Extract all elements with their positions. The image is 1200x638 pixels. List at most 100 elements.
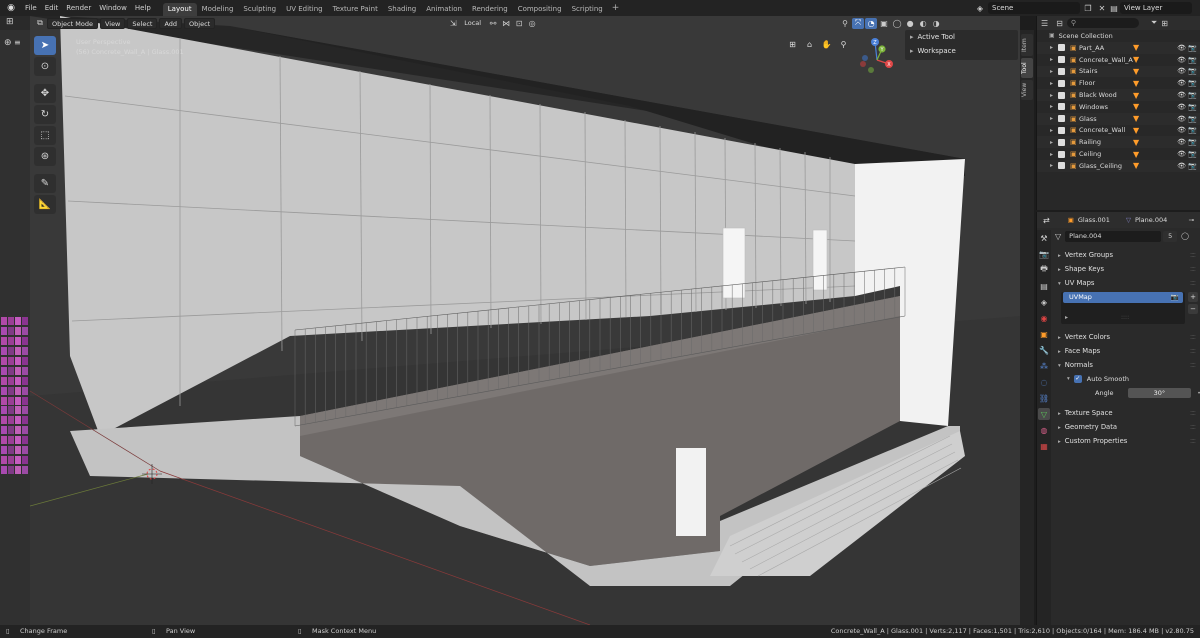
color-swatch[interactable] (8, 456, 14, 465)
drag-handle[interactable]: :::: (1190, 262, 1196, 276)
color-swatch[interactable] (1, 317, 7, 325)
overlay-toggle-icon[interactable]: ◔ (865, 17, 878, 29)
render-tab-icon[interactable]: 📷 (1038, 248, 1050, 260)
remove-uv-map-button[interactable]: − (1188, 304, 1198, 314)
color-swatch[interactable] (15, 366, 21, 375)
color-swatch[interactable] (22, 396, 28, 405)
tab-shading[interactable]: Shading (383, 3, 421, 16)
color-swatch[interactable] (1, 446, 7, 455)
exclude-checkbox[interactable] (1058, 126, 1065, 134)
color-swatch[interactable] (1, 436, 7, 445)
drag-handle[interactable]: :::: (1190, 330, 1196, 344)
mesh-filter-icon[interactable]: ▼ (1133, 150, 1145, 159)
color-swatch[interactable] (8, 336, 14, 345)
world-tab-icon[interactable]: ◉ (1038, 312, 1050, 324)
outliner-item[interactable]: ▸ ▣ Concrete_Wall ▼ 👁 📷 (1037, 125, 1200, 137)
eye-icon[interactable]: 👁 (1177, 44, 1186, 52)
color-swatch[interactable] (15, 336, 21, 345)
expand-icon[interactable]: ▸ (1050, 162, 1058, 169)
drag-handle[interactable]: :::: (1190, 344, 1196, 358)
eye-icon[interactable]: 👁 (1177, 126, 1186, 134)
expand-icon[interactable]: ▸ (1050, 115, 1058, 122)
exclude-checkbox[interactable] (1058, 67, 1065, 75)
tab-rendering[interactable]: Rendering (467, 3, 513, 16)
color-swatch[interactable] (15, 466, 21, 475)
tab-modeling[interactable]: Modeling (197, 3, 239, 16)
workspace-section[interactable]: ▸ Workspace (905, 44, 1018, 58)
color-swatch[interactable] (1, 386, 7, 395)
expand-icon[interactable]: ▸ (1050, 151, 1058, 158)
tab-view[interactable]: View (1021, 80, 1033, 100)
color-swatch[interactable] (15, 406, 21, 415)
fake-user-icon[interactable]: ◯ (1181, 232, 1189, 240)
tab-tool[interactable]: Tool (1021, 58, 1033, 78)
color-swatch[interactable] (1, 376, 7, 385)
expand-icon[interactable]: ▸ (1050, 80, 1058, 87)
list-resize-handle[interactable]: :::: (1121, 314, 1129, 321)
camera-icon[interactable]: 📷 (1171, 292, 1179, 303)
auto-smooth-expand-icon[interactable]: ▾ (1067, 376, 1070, 382)
uv-map-item[interactable]: UVMap 📷 (1063, 292, 1183, 303)
menu-help[interactable]: Help (131, 0, 155, 16)
mesh-filter-icon[interactable]: ▼ (1133, 102, 1145, 111)
eye-icon[interactable]: 👁 (1177, 150, 1186, 158)
snap-icon[interactable]: ⋈ (500, 18, 512, 29)
color-swatch[interactable] (22, 466, 28, 475)
expand-icon[interactable]: ▸ (1050, 103, 1058, 110)
display-mode-icon[interactable]: ⊟ (1056, 19, 1063, 28)
color-swatch[interactable] (1, 426, 7, 435)
render-camera-icon[interactable]: 📷 (1188, 103, 1197, 111)
physics-tab-icon[interactable]: ◌ (1038, 376, 1050, 388)
editor-type-icon[interactable]: ⊞ (6, 17, 14, 27)
editor-type-icon[interactable]: ☰ (1041, 19, 1048, 28)
render-camera-icon[interactable]: 📷 (1188, 115, 1197, 123)
3d-viewport[interactable] (30, 16, 1020, 625)
view-menu[interactable]: View (99, 17, 126, 29)
expand-icon[interactable]: ▸ (1050, 44, 1058, 51)
render-camera-icon[interactable]: 📷 (1188, 44, 1197, 52)
panel-uv-maps[interactable]: ▾ UV Maps:::: (1055, 276, 1200, 290)
select-menu[interactable]: Select (127, 17, 158, 29)
orientation-icon[interactable]: ⇲ (447, 18, 459, 29)
scene-icon[interactable]: ◈ (974, 2, 986, 14)
transform-tool-icon[interactable]: ⊛ (34, 147, 56, 166)
color-swatch[interactable] (22, 317, 28, 325)
render-camera-icon[interactable]: 📷 (1188, 91, 1197, 99)
add-workspace-button[interactable]: + (608, 3, 624, 13)
panel-normals[interactable]: ▾ Normals:::: (1055, 358, 1200, 372)
sidebar-toggle-icon[interactable]: ≡ (14, 38, 21, 47)
scene-delete-icon[interactable]: ✕ (1096, 2, 1108, 14)
color-swatch[interactable] (15, 317, 21, 325)
tool-tab-icon[interactable]: ⚒ (1038, 232, 1050, 244)
color-swatch[interactable] (22, 346, 28, 355)
outliner-item[interactable]: ▸ ▣ Ceiling ▼ 👁 📷 (1037, 148, 1200, 160)
eye-icon[interactable]: 👁 (1177, 162, 1186, 170)
blender-logo-icon[interactable]: ◉ (4, 2, 18, 14)
scale-tool-icon[interactable]: ⬚ (34, 126, 56, 145)
color-swatch[interactable] (22, 456, 28, 465)
color-swatch[interactable] (8, 466, 14, 475)
color-swatch[interactable] (8, 326, 14, 335)
add-menu[interactable]: Add (159, 17, 183, 29)
panel-face-maps[interactable]: ▸ Face Maps:::: (1055, 344, 1200, 358)
color-swatch[interactable] (15, 386, 21, 395)
menu-file[interactable]: File (21, 0, 41, 16)
color-swatch[interactable] (15, 346, 21, 355)
menu-edit[interactable]: Edit (41, 0, 63, 16)
tab-texture-paint[interactable]: Texture Paint (328, 3, 383, 16)
editor-type-icon[interactable]: ⧉ (34, 18, 46, 29)
tab-uv-editing[interactable]: UV Editing (281, 3, 328, 16)
mesh-filter-icon[interactable]: ▼ (1133, 126, 1145, 135)
pin-icon[interactable]: ⊸ (1189, 216, 1194, 224)
color-swatch[interactable] (8, 446, 14, 455)
gizmo-toggle-icon[interactable]: ⤧ (852, 17, 865, 29)
mesh-name-field[interactable]: Plane.004 (1065, 230, 1162, 242)
color-swatch[interactable] (8, 426, 14, 435)
color-swatch[interactable] (8, 376, 14, 385)
drag-handle[interactable]: :::: (1190, 406, 1196, 420)
render-camera-icon[interactable]: 📷 (1188, 79, 1197, 87)
camera-view-icon[interactable]: ⊞ (786, 38, 799, 51)
color-swatch[interactable] (15, 416, 21, 425)
render-camera-icon[interactable]: 📷 (1188, 138, 1197, 146)
color-swatch[interactable] (22, 376, 28, 385)
